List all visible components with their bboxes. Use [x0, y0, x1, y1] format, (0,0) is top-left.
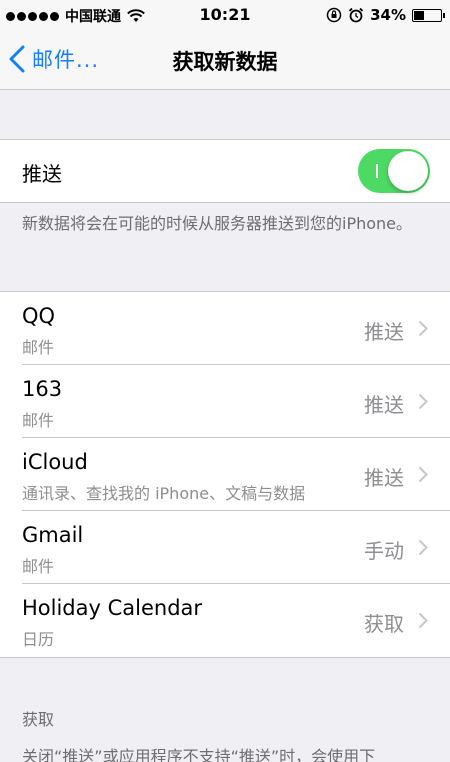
battery-icon	[412, 8, 445, 22]
chevron-right-icon	[418, 539, 428, 556]
chevron-right-icon	[418, 612, 428, 629]
account-row-holiday-calendar[interactable]: Holiday Calendar 日历 获取	[0, 584, 450, 657]
account-fetch-mode: 推送	[364, 320, 404, 344]
push-setting-row: 推送	[0, 139, 450, 203]
orientation-lock-icon	[326, 7, 342, 23]
chevron-right-icon	[418, 393, 428, 410]
toggle-on-mark	[376, 164, 378, 178]
status-bar: 中国联通 10:21 34%	[0, 0, 450, 30]
page-title: 获取新数据	[172, 50, 278, 74]
push-description: 新数据将会在可能的时候从服务器推送到您的iPhone。	[22, 214, 413, 233]
account-subtitle: 邮件	[22, 338, 55, 357]
account-fetch-mode: 获取	[364, 612, 404, 636]
navigation-bar: 邮件... 获取新数据	[0, 30, 450, 90]
account-name: 163	[22, 377, 63, 401]
account-fetch-mode: 推送	[364, 393, 404, 417]
account-subtitle: 邮件	[22, 557, 55, 576]
accounts-list: QQ 邮件 推送 163 邮件 推送 iCloud 通讯录、查找我的 iPhon…	[0, 291, 450, 658]
push-toggle[interactable]	[358, 149, 430, 193]
account-name: Holiday Calendar	[22, 596, 203, 620]
account-fetch-mode: 推送	[364, 466, 404, 490]
fetch-description: 关闭“推送”或应用程序不支持“推送”时，会使用下	[22, 747, 376, 762]
account-row-163[interactable]: 163 邮件 推送	[0, 365, 450, 438]
fetch-section-header: 获取	[22, 710, 55, 729]
account-row-qq[interactable]: QQ 邮件 推送	[0, 292, 450, 365]
account-subtitle: 通讯录、查找我的 iPhone、文稿与数据	[22, 484, 306, 503]
battery-fill	[414, 10, 424, 20]
account-name: iCloud	[22, 450, 88, 474]
account-fetch-mode: 手动	[364, 539, 404, 563]
chevron-right-icon	[418, 466, 428, 483]
alarm-icon	[348, 7, 364, 23]
account-row-gmail[interactable]: Gmail 邮件 手动	[0, 511, 450, 584]
account-row-icloud[interactable]: iCloud 通讯录、查找我的 iPhone、文稿与数据 推送	[0, 438, 450, 511]
battery-percent: 34%	[370, 6, 406, 24]
account-name: Gmail	[22, 523, 84, 547]
account-subtitle: 邮件	[22, 411, 55, 430]
status-right: 34%	[326, 6, 445, 24]
account-name: QQ	[22, 304, 56, 328]
chevron-right-icon	[418, 320, 428, 337]
account-subtitle: 日历	[22, 630, 55, 649]
toggle-knob	[388, 151, 428, 191]
push-label: 推送	[22, 162, 62, 186]
